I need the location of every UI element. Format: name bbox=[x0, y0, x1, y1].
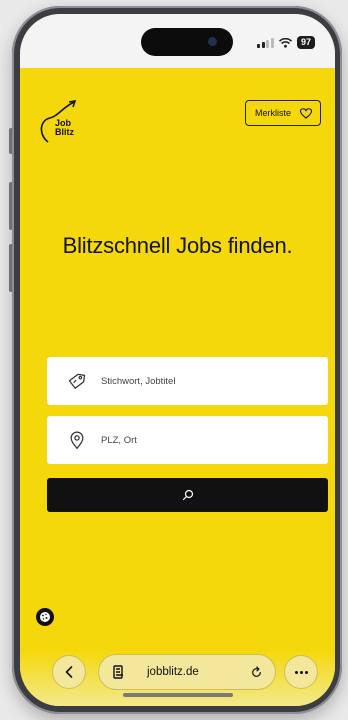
address-bar[interactable]: jobblitz.de bbox=[98, 654, 276, 690]
keyword-field[interactable] bbox=[47, 357, 328, 405]
keyword-input[interactable] bbox=[101, 375, 281, 387]
reload-icon[interactable] bbox=[250, 665, 263, 679]
wifi-icon bbox=[278, 37, 292, 48]
wishlist-button[interactable]: Merkliste bbox=[244, 100, 321, 126]
browser-toolbar: jobblitz.de bbox=[20, 650, 335, 706]
logo-text: Job Blitz bbox=[55, 119, 74, 137]
search-button[interactable] bbox=[47, 478, 328, 512]
jobblitz-logo[interactable]: Job Blitz bbox=[36, 98, 84, 144]
location-pin-icon bbox=[70, 431, 84, 450]
logo-line-2: Blitz bbox=[55, 127, 74, 137]
url-text: jobblitz.de bbox=[147, 666, 199, 678]
tag-icon bbox=[68, 373, 86, 389]
battery-indicator: 97 bbox=[296, 36, 315, 49]
status-icons: 97 bbox=[257, 36, 315, 49]
heart-icon bbox=[300, 107, 312, 119]
cookie-icon bbox=[40, 612, 50, 622]
camera-dot bbox=[208, 37, 217, 46]
web-page: Job Blitz Merkliste Blitzschnell Jobs fi… bbox=[20, 68, 335, 706]
location-input[interactable] bbox=[101, 434, 281, 446]
ellipsis-icon bbox=[294, 670, 298, 674]
phone-screen: 97 Job Blitz Merkliste Blitzschnell Jobs… bbox=[20, 14, 335, 706]
chevron-left-icon bbox=[65, 666, 73, 678]
back-button[interactable] bbox=[52, 655, 86, 689]
signal-icon bbox=[257, 37, 274, 48]
location-field[interactable] bbox=[47, 416, 328, 464]
cookie-settings-button[interactable] bbox=[36, 608, 54, 626]
status-bar: 97 bbox=[20, 14, 335, 68]
hero-title: Blitzschnell Jobs finden. bbox=[62, 233, 293, 258]
wishlist-label: Merkliste bbox=[254, 108, 291, 118]
page-format-icon[interactable] bbox=[113, 665, 125, 679]
search-icon bbox=[182, 489, 193, 501]
home-indicator bbox=[123, 693, 233, 697]
dynamic-island bbox=[141, 28, 233, 56]
more-options-button[interactable] bbox=[284, 655, 318, 689]
